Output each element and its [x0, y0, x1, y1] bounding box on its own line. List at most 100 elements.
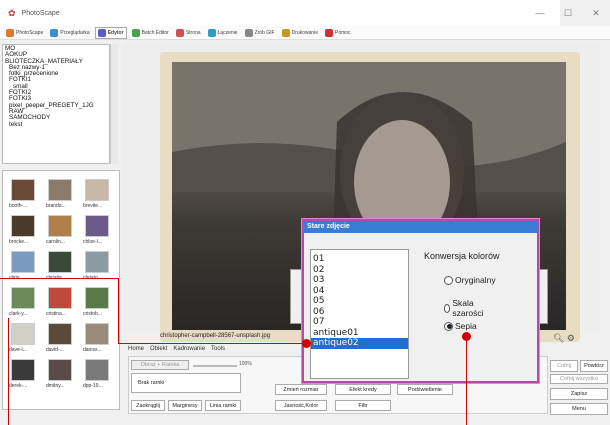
radio-option[interactable]: Sepia: [444, 321, 477, 331]
thumbnail[interactable]: [11, 359, 35, 381]
toolbar-tab-icon: [50, 28, 59, 37]
thumbnail-label: chloe-l...: [83, 239, 102, 245]
filter-button[interactable]: Filtr: [335, 400, 391, 411]
close-icon[interactable]: ✕: [582, 0, 610, 26]
toolbar-tab-5[interactable]: Łączenie: [206, 27, 240, 39]
zoom-icon[interactable]: 🔍︎ ⚙: [553, 333, 575, 344]
thumbnail[interactable]: [11, 251, 35, 273]
folder-item[interactable]: tekst: [5, 121, 107, 128]
thumbnail[interactable]: [85, 323, 109, 345]
style-list-item[interactable]: 03: [311, 275, 408, 286]
toolbar-tab-label: Łączenie: [217, 29, 238, 36]
style-list-item[interactable]: 01: [311, 254, 408, 265]
radio-label: Sepia: [455, 321, 477, 331]
ribbon-tab[interactable]: Tools: [211, 346, 225, 356]
save-button[interactable]: Zapisz: [550, 388, 608, 400]
toolbar-tab-6[interactable]: Zrób GIF: [243, 27, 277, 39]
thumbnail[interactable]: [48, 251, 72, 273]
ribbon-tab[interactable]: Obiekt: [150, 346, 167, 356]
annotation-dot-sepia: [462, 332, 471, 341]
toolbar-tab-1[interactable]: Przeglądarka: [48, 27, 91, 39]
toolbar-tab-icon: [131, 28, 140, 37]
style-list-item[interactable]: antique02: [311, 338, 408, 349]
thumbnail-label: clark-y...: [9, 311, 28, 317]
dialog-title: Stare zdjęcie: [304, 221, 537, 233]
radio-circle-icon[interactable]: [444, 303, 451, 313]
style-list[interactable]: 01 02 03 04 05 06 07 antique01 antique02: [310, 249, 409, 379]
thumbnail[interactable]: [11, 179, 35, 201]
style-list-item[interactable]: 05: [311, 296, 408, 307]
toolbar-tab-8[interactable]: Pomoc: [323, 27, 353, 39]
toolbar-tab-icon: [6, 28, 14, 37]
thumbnail[interactable]: [11, 287, 35, 309]
ribbon-tabs: Home Obiekt Kadrowanie Tools: [128, 346, 225, 356]
thumbnail[interactable]: [85, 251, 109, 273]
chalk-effect-button[interactable]: Efekt kredy: [335, 384, 391, 395]
radio-circle-icon[interactable]: [444, 275, 453, 285]
toolbar-tab-2[interactable]: Edytor: [94, 26, 127, 39]
toolbar-tab-icon: [175, 28, 184, 37]
app-window: ✿ PhotoScape — ☐ ✕ PhotoScape Przeglądark…: [0, 0, 610, 425]
thumbnail[interactable]: [85, 359, 109, 381]
folder-scrollbar[interactable]: [110, 44, 118, 164]
thumbnail[interactable]: [85, 287, 109, 309]
minimize-icon[interactable]: —: [526, 0, 554, 26]
radio-circle-icon[interactable]: [444, 321, 453, 331]
radio-label: Skala szarości: [452, 298, 484, 318]
redo-button[interactable]: Powtórz: [580, 360, 608, 372]
window-controls: — ☐ ✕: [526, 0, 610, 26]
toolbar-tab-icon: [244, 28, 253, 37]
toolbar-tab-label: Batch Editor: [141, 29, 169, 36]
toolbar-tab-label: Drukowanie: [291, 29, 318, 36]
undo-button[interactable]: Cofnij: [550, 360, 578, 372]
thumbnail[interactable]: [11, 323, 35, 345]
style-list-item[interactable]: 07: [311, 317, 408, 328]
thumbnail-label: brevite...: [83, 203, 103, 209]
toolbar-tab-4[interactable]: Strona: [174, 27, 203, 39]
toolbar-tab-0[interactable]: PhotoScape: [4, 27, 45, 39]
radio-option[interactable]: Skala szarości: [444, 298, 486, 318]
thumbnail[interactable]: [85, 179, 109, 201]
resize-button[interactable]: Zmień rozmiar: [275, 384, 327, 395]
title-bar: ✿ PhotoScape: [0, 0, 560, 26]
thumbnail[interactable]: [48, 179, 72, 201]
toolbar-tab-icon: [281, 28, 290, 37]
toolbar-tab-label: Zrób GIF: [254, 29, 275, 36]
round-button[interactable]: Zaokrąglij: [131, 400, 165, 411]
backlight-button[interactable]: Podświetlenie: [397, 384, 453, 395]
thumbnail-label: derek-...: [9, 383, 28, 389]
toolbar-tab-7[interactable]: Drukowanie: [280, 27, 320, 39]
toolbar-tab-label: Strona: [185, 29, 201, 36]
toolbar-tab-icon: [207, 28, 216, 37]
ribbon-tab[interactable]: Kadrowanie: [173, 346, 205, 356]
filter-select[interactable]: Obraz + Ramka: [131, 360, 189, 370]
frame-select[interactable]: Brak ramki: [131, 373, 241, 393]
brightness-button[interactable]: Jasność,Kolor: [275, 400, 327, 411]
ribbon-tab[interactable]: Home: [128, 346, 144, 356]
style-list-item[interactable]: antique01: [311, 328, 408, 339]
radio-label: Oryginalny: [455, 275, 496, 285]
thumbnail[interactable]: [48, 323, 72, 345]
undo-all-button[interactable]: Cofnij wszystko: [550, 374, 608, 384]
style-list-item[interactable]: 02: [311, 265, 408, 276]
radio-option[interactable]: Oryginalny: [444, 275, 496, 285]
app-title: PhotoScape: [21, 9, 60, 17]
zoom-slider[interactable]: [193, 365, 237, 367]
style-list-item[interactable]: 04: [311, 286, 408, 297]
thumbnail[interactable]: [85, 215, 109, 237]
toolbar-tab-3[interactable]: Batch Editor: [130, 27, 171, 39]
zoom-value: 100%: [239, 361, 252, 367]
toolbar-tab-label: Pomoc: [334, 29, 351, 36]
maximize-icon[interactable]: ☐: [554, 0, 582, 26]
thumbnail[interactable]: [48, 287, 72, 309]
thumbnail-label: daniss...: [83, 347, 102, 353]
thumbnail[interactable]: [48, 359, 72, 381]
frame-line-button[interactable]: Linia ramki: [205, 400, 241, 411]
thumbnail-label: cristob...: [83, 311, 102, 317]
thumbnail[interactable]: [48, 215, 72, 237]
app-logo-icon: ✿: [8, 7, 16, 18]
margin-button[interactable]: Marginesy: [168, 400, 202, 411]
menu-button[interactable]: Menu: [550, 403, 608, 415]
style-list-item[interactable]: 06: [311, 307, 408, 318]
thumbnail[interactable]: [11, 215, 35, 237]
